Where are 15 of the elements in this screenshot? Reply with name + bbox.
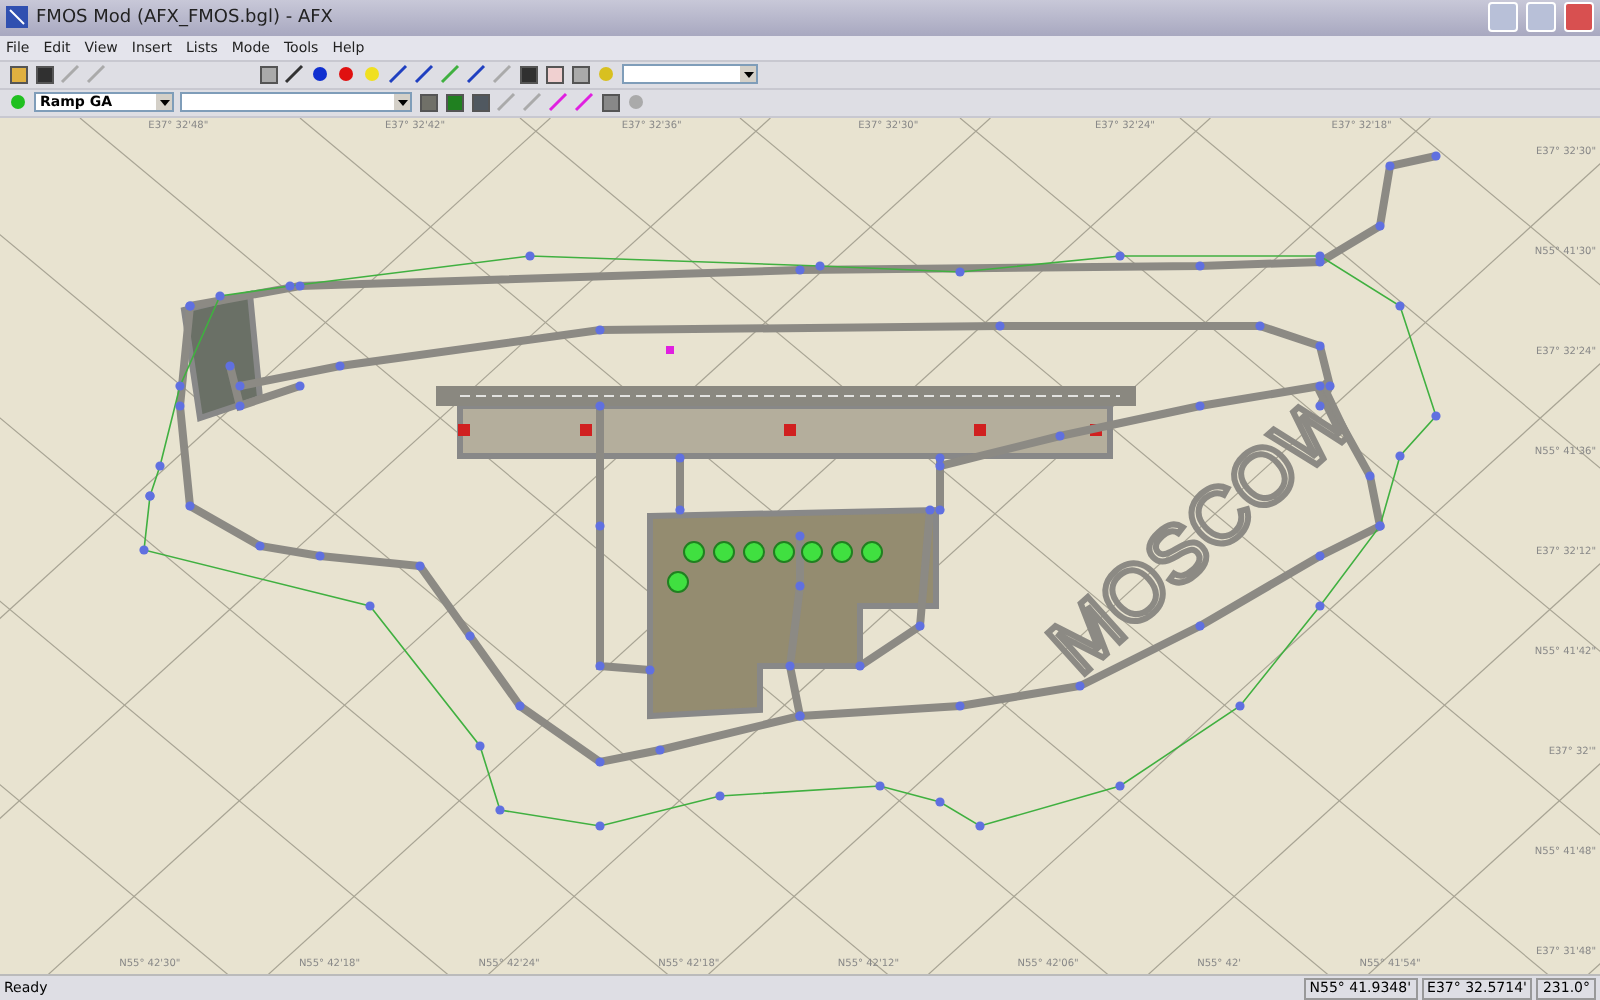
dropdown-arrow-icon[interactable] <box>156 94 172 111</box>
link-icon[interactable] <box>574 92 594 113</box>
dropdown-arrow-icon[interactable] <box>394 94 410 111</box>
link-icon[interactable] <box>466 64 486 85</box>
dropdown-arrow-icon[interactable] <box>740 66 756 83</box>
link-icon[interactable] <box>414 64 434 85</box>
dropdown-field[interactable] <box>180 92 412 113</box>
app-icon <box>6 6 28 29</box>
window-title: FMOS Mod (AFX_FMOS.bgl) - AFX <box>36 7 335 28</box>
square-icon[interactable] <box>600 92 620 113</box>
node-icon[interactable] <box>310 64 330 85</box>
link-icon[interactable] <box>388 64 408 85</box>
close-button[interactable] <box>1564 2 1594 33</box>
dropdown-field[interactable] <box>622 64 758 85</box>
small-square-icon[interactable] <box>444 92 464 113</box>
